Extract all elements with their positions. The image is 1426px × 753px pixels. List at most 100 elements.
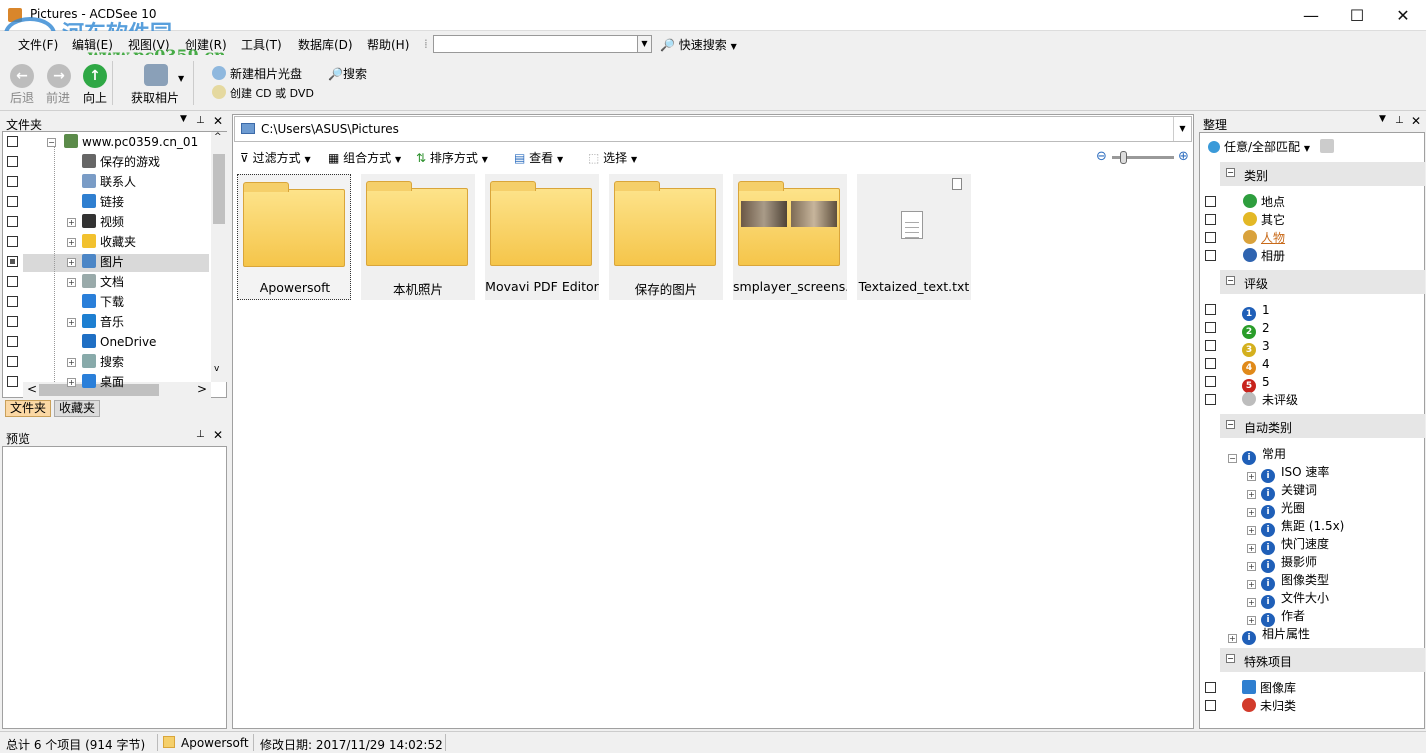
collapse-icon[interactable]: −: [1226, 420, 1235, 429]
file-thumbnail[interactable]: 本机照片: [361, 174, 475, 300]
panel-menu-icon[interactable]: ▼: [1379, 114, 1386, 124]
back-arrow-icon[interactable]: ←: [10, 64, 34, 88]
expand-icon[interactable]: +: [67, 318, 76, 327]
collapse-icon[interactable]: −: [1226, 654, 1235, 663]
menu-help[interactable]: 帮助(H): [367, 36, 409, 53]
folder-tree-item[interactable]: OneDrive: [82, 333, 156, 351]
pin-icon[interactable]: ⊥: [196, 115, 205, 126]
pin-icon[interactable]: ⊥: [1395, 115, 1404, 126]
expand-icon[interactable]: +: [67, 358, 76, 367]
menu-tools[interactable]: 工具(T): [241, 36, 282, 53]
path-bar[interactable]: C:\Users\ASUS\Pictures ▼: [234, 116, 1192, 142]
organize-item[interactable]: 人物: [1243, 229, 1285, 247]
match-mode-button[interactable]: 任意/全部匹配 ▼: [1208, 138, 1338, 155]
folder-tree-item[interactable]: www.pc0359.cn_01: [64, 133, 198, 151]
new-disc-button[interactable]: 新建相片光盘: [212, 65, 302, 82]
zoom-slider[interactable]: [1112, 151, 1174, 164]
organize-item[interactable]: i 关键词: [1261, 481, 1317, 501]
organize-item[interactable]: i 常用: [1242, 445, 1286, 465]
expand-icon[interactable]: +: [1228, 634, 1237, 643]
view-button[interactable]: ▤ 查看 ▼: [514, 149, 563, 166]
organize-item[interactable]: i 文件大小: [1261, 589, 1329, 609]
quick-search-button[interactable]: 🔎 快速搜索 ▼: [660, 36, 737, 53]
folder-tree-item[interactable]: 下载: [82, 293, 124, 311]
panel-menu-icon[interactable]: ▼: [180, 114, 187, 124]
folder-checkbox[interactable]: [7, 196, 18, 207]
folder-checkbox[interactable]: [7, 156, 18, 167]
organize-checkbox[interactable]: [1205, 304, 1216, 315]
expand-icon[interactable]: +: [67, 258, 76, 267]
folder-tree-vscrollbar[interactable]: ^ v: [211, 132, 227, 382]
folder-tree-item[interactable]: 链接: [82, 193, 124, 211]
expand-icon[interactable]: +: [1247, 490, 1256, 499]
expand-icon[interactable]: +: [1247, 616, 1256, 625]
folder-tree-item[interactable]: 文档: [82, 273, 124, 291]
folder-checkbox[interactable]: [7, 236, 18, 247]
expand-icon[interactable]: +: [67, 278, 76, 287]
expand-icon[interactable]: +: [67, 218, 76, 227]
expand-icon[interactable]: +: [67, 238, 76, 247]
folder-checkbox[interactable]: [7, 216, 18, 227]
organize-item[interactable]: 其它: [1243, 211, 1285, 229]
folder-tree-item[interactable]: 联系人: [82, 173, 136, 191]
organize-item[interactable]: i 作者: [1261, 607, 1305, 627]
auto-categories-section[interactable]: − 自动类别: [1220, 414, 1425, 438]
organize-checkbox[interactable]: [1205, 214, 1216, 225]
quick-search-input[interactable]: [433, 35, 638, 53]
organize-checkbox[interactable]: [1205, 340, 1216, 351]
collapse-icon[interactable]: −: [1228, 454, 1237, 463]
organize-checkbox[interactable]: [1205, 250, 1216, 261]
organize-item[interactable]: 11: [1242, 301, 1270, 321]
expand-icon[interactable]: +: [1247, 544, 1256, 553]
pin-icon[interactable]: ⊥: [196, 429, 205, 440]
organize-checkbox[interactable]: [1205, 682, 1216, 693]
organize-item[interactable]: 相册: [1243, 247, 1285, 265]
categories-section[interactable]: − 类别: [1220, 162, 1425, 186]
organize-item[interactable]: 22: [1242, 319, 1270, 339]
expand-icon[interactable]: +: [1247, 472, 1256, 481]
folder-checkbox[interactable]: [7, 276, 18, 287]
file-thumbnail[interactable]: Movavi PDF Editor: [485, 174, 599, 300]
ratings-section[interactable]: − 评级: [1220, 270, 1425, 294]
menu-database[interactable]: 数据库(D): [298, 36, 353, 53]
search-button[interactable]: 🔎搜索: [328, 65, 367, 82]
close-icon[interactable]: ✕: [213, 114, 223, 128]
organize-checkbox[interactable]: [1205, 322, 1216, 333]
organize-item[interactable]: 未评级: [1242, 391, 1298, 409]
organize-item[interactable]: 图像库: [1242, 679, 1296, 697]
special-items-section[interactable]: − 特殊项目: [1220, 648, 1425, 672]
maximize-button[interactable]: ☐: [1334, 0, 1380, 31]
close-icon[interactable]: ✕: [213, 428, 223, 442]
file-thumbnail[interactable]: Textaized_text.txt: [857, 174, 971, 300]
folder-tree-item[interactable]: 音乐: [82, 313, 124, 331]
collapse-icon[interactable]: −: [1226, 276, 1235, 285]
organize-item[interactable]: i 图像类型: [1261, 571, 1329, 591]
acquire-label[interactable]: 获取相片: [131, 89, 179, 106]
camera-icon[interactable]: [144, 64, 168, 86]
file-thumbnail[interactable]: smplayer_screens...: [733, 174, 847, 300]
scroll-thumb[interactable]: [213, 154, 225, 224]
organize-checkbox[interactable]: [1205, 196, 1216, 207]
folder-checkbox[interactable]: [7, 316, 18, 327]
organize-item[interactable]: i 焦距 (1.5x): [1261, 517, 1344, 537]
file-thumbnail[interactable]: 保存的图片: [609, 174, 723, 300]
organize-checkbox[interactable]: [1205, 232, 1216, 243]
collapse-icon[interactable]: −: [1226, 168, 1235, 177]
acquire-dropdown-icon[interactable]: ▼: [178, 74, 184, 83]
organize-checkbox[interactable]: [1205, 376, 1216, 387]
folder-tree-item[interactable]: 收藏夹: [82, 233, 136, 251]
organize-item[interactable]: i 快门速度: [1261, 535, 1329, 555]
menu-file[interactable]: 文件(F): [18, 36, 58, 53]
expand-icon[interactable]: +: [1247, 526, 1256, 535]
folder-tree-item[interactable]: 保存的游戏: [82, 153, 160, 171]
path-dropdown-icon[interactable]: ▼: [1173, 117, 1191, 141]
folder-tree-item[interactable]: 搜索: [82, 353, 124, 371]
organize-checkbox[interactable]: [1205, 394, 1216, 405]
expand-icon[interactable]: +: [1247, 508, 1256, 517]
close-button[interactable]: ✕: [1380, 0, 1426, 31]
group-button[interactable]: ▦ 组合方式 ▼: [328, 149, 401, 166]
zoom-in-icon[interactable]: ⊕: [1178, 149, 1189, 164]
clear-icon[interactable]: [1319, 139, 1334, 153]
organize-item[interactable]: 地点: [1243, 193, 1285, 211]
folder-checkbox[interactable]: [7, 356, 18, 367]
